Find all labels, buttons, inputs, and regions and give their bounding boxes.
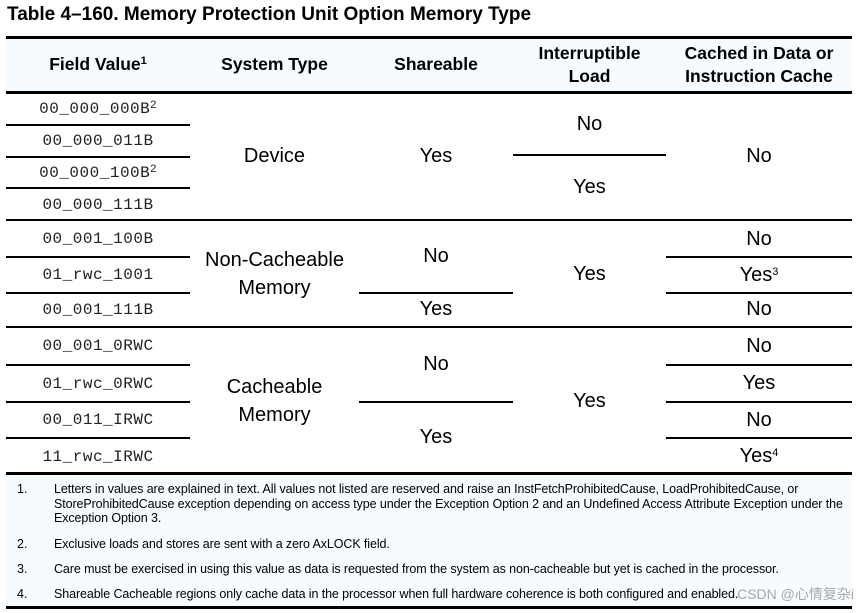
cached-value: Yes	[739, 444, 773, 467]
field-value: 00_001_100B	[42, 229, 154, 248]
field-value-cell: 01_rwc_0RWC	[6, 366, 190, 401]
field-value: 00_001_111B	[42, 301, 154, 319]
interruptible-noncacheable: Yes	[573, 262, 606, 285]
header-shareable: Shareable	[394, 54, 478, 74]
header-cached-line2: Instruction Cache	[685, 65, 833, 86]
footnote-text: Letters in values are explained in text.…	[54, 482, 843, 525]
shareable-cacheable-yes: Yes	[419, 426, 453, 448]
field-value: 11_rwc_IRWC	[42, 447, 154, 466]
header-cached-line1: Cached in Data or	[684, 42, 834, 63]
cached-cacheable: Yes 4	[666, 439, 852, 472]
field-value: 00_000_100B	[39, 164, 151, 182]
cached-noncacheable: Yes 3	[666, 258, 852, 292]
field-value: 01_rwc_1001	[42, 266, 154, 284]
header-interruptible-line2: Load	[568, 65, 611, 86]
field-value-cell: 00_001_100B	[6, 221, 190, 256]
footnote-ref: 2	[150, 163, 157, 175]
cached-value: Yes	[739, 264, 773, 286]
system-type-device: Device	[243, 145, 306, 167]
field-value: 00_000_111B	[42, 195, 154, 214]
cached-device: No	[746, 145, 772, 167]
header-field-value: Field Value1	[6, 38, 190, 91]
shareable-noncacheable-no: No	[423, 245, 449, 267]
system-type-line1: Non-Cacheable	[205, 248, 344, 271]
footnote-text: Exclusive loads and stores are sent with…	[54, 537, 390, 551]
field-value-cell: 11_rwc_IRWC	[6, 439, 190, 474]
shareable-device: Yes	[419, 145, 453, 167]
footnote-number: 2.	[17, 537, 28, 551]
system-type-cacheable: Cacheable Memory	[190, 328, 359, 474]
field-value-cell: 00_000_111B	[6, 189, 190, 220]
footnote-text: Shareable Cacheable regions only cache d…	[54, 587, 739, 601]
footnote-ref: 2	[150, 99, 157, 111]
cached-value: No	[746, 227, 772, 250]
footnote-number: 3.	[17, 562, 28, 576]
field-value-cell: 00_000_011B	[6, 126, 190, 156]
field-value-cell: 00_011_IRWC	[6, 403, 190, 437]
field-value: 01_rwc_0RWC	[42, 374, 154, 393]
shareable-noncacheable-yes: Yes	[419, 298, 453, 320]
footnote-number: 4.	[17, 587, 28, 601]
footnote-ref: 3	[772, 266, 779, 278]
cached-value: No	[746, 298, 772, 320]
system-type-noncacheable: Non-Cacheable Memory	[190, 221, 359, 326]
header-system-type: System Type	[221, 54, 328, 74]
footnote-ref: 4	[772, 446, 779, 459]
system-type-line2: Memory	[238, 276, 311, 299]
watermark: CSDN @心情复杂i	[737, 586, 854, 602]
system-type-line2: Memory	[238, 404, 311, 426]
header-cached: Cached in Data or Instruction Cache	[666, 38, 852, 91]
shareable-cacheable-no: No	[423, 353, 449, 375]
field-value: 00_001_0RWC	[42, 337, 154, 355]
cached-value: No	[746, 334, 772, 357]
interruptible-device-no: No	[576, 113, 603, 135]
field-value-cell: 01_rwc_1001	[6, 258, 190, 292]
header-interruptible-line1: Interruptible	[538, 42, 641, 63]
header-interruptible-load: Interruptible Load	[513, 38, 666, 91]
field-value: 00_011_IRWC	[42, 411, 154, 429]
field-value: 00_000_000B	[39, 100, 151, 118]
field-value-cell: 00_000_000B 2	[6, 94, 190, 124]
field-value-cell: 00_000_100B 2	[6, 158, 190, 188]
cached-noncacheable: No	[666, 221, 852, 256]
field-value: 00_000_011B	[42, 132, 154, 150]
cached-cacheable: No	[666, 403, 852, 437]
interruptible-cacheable: Yes	[573, 390, 606, 412]
footnote-ref: 1	[140, 55, 147, 67]
system-type-line1: Cacheable	[226, 376, 323, 398]
cached-cacheable: No	[666, 328, 852, 363]
table-bottom-rule	[6, 472, 852, 475]
header-field-value-label: Field Value	[49, 54, 141, 74]
footnote-text: Care must be exercised in using this val…	[54, 562, 779, 576]
interruptible-device-yes: Yes	[573, 176, 606, 198]
cached-noncacheable: No	[666, 294, 852, 324]
footnote-bottom-rule	[6, 606, 852, 609]
cached-value: Yes	[742, 372, 776, 394]
field-value-cell: 00_001_111B	[6, 294, 190, 326]
cached-value: No	[746, 409, 772, 431]
field-value-cell: 00_001_0RWC	[6, 328, 190, 364]
table-title: Table 4–160. Memory Protection Unit Opti…	[7, 4, 532, 25]
cached-cacheable: Yes	[666, 366, 852, 400]
footnote-number: 1.	[17, 482, 28, 496]
